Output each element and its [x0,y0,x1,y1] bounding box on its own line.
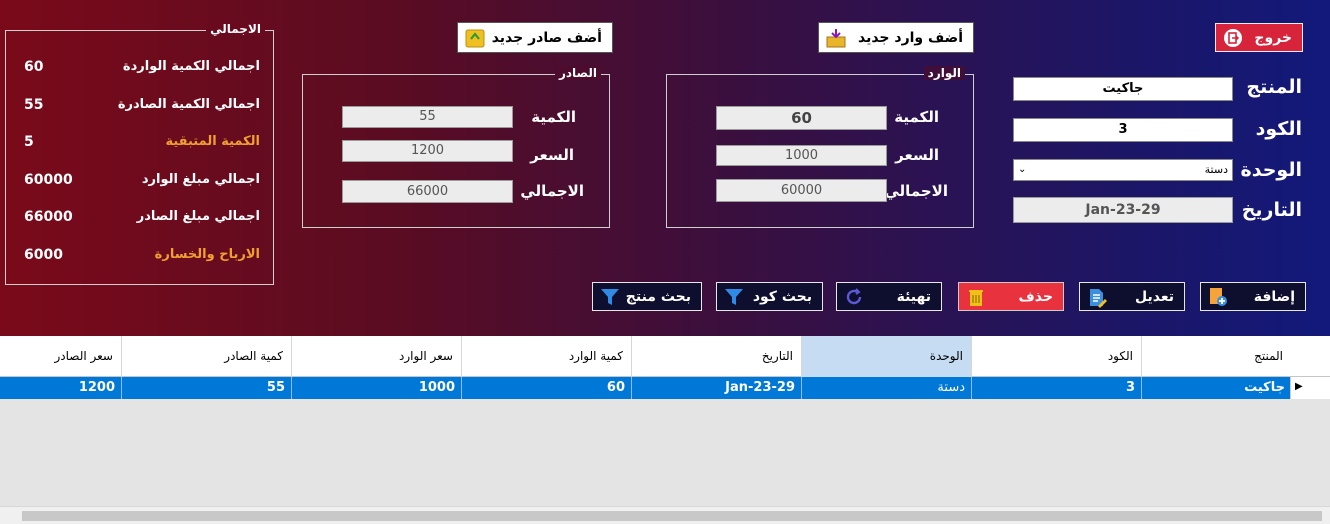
unit-select-value: دستة [1204,163,1228,176]
add-outgoing-label: أضف صادر جديد [491,29,602,46]
box-out-icon [464,27,486,49]
exit-button-label: خروج [1254,29,1292,46]
totals-legend: الاجمالي [206,22,265,36]
total-remaining-value: 5 [24,134,34,150]
total-in-amount-value: 60000 [24,172,73,188]
outgoing-price-label: السعر [530,146,574,164]
exit-icon [1222,27,1244,49]
total-profit-label: الارباح والخسارة [154,247,260,262]
scrollbar-thumb[interactable] [22,511,1322,521]
product-input[interactable]: جاكيت [1013,77,1233,101]
row-pointer-icon: ▶ [1295,381,1303,392]
column-header-in-price[interactable]: سعر الوارد [291,336,461,377]
outgoing-legend: الصادر [554,66,601,80]
table-row[interactable]: جاكيت 3 دستة Jan-23-29 60 1000 55 1200 [0,377,1330,399]
incoming-price-field: 1000 [716,145,887,166]
column-header-unit[interactable]: الوحدة [801,336,971,377]
reset-button-label: تهيئة [896,288,931,305]
code-label: الكود [1255,118,1302,140]
date-label: التاريخ [1241,199,1302,221]
total-row-out-qty: اجمالي الكمية الصادرة 55 [6,97,272,117]
add-outgoing-button[interactable]: أضف صادر جديد [457,22,613,53]
outgoing-price-field: 1200 [342,140,513,162]
unit-label: الوحدة [1240,159,1302,181]
total-out-amount-value: 66000 [24,209,73,225]
search-code-label: بحث كود [752,288,812,305]
cell-code[interactable]: 3 [971,377,1141,399]
code-input[interactable]: 3 [1013,118,1233,142]
total-row-out-amount: اجمالي مبلغ الصادر 66000 [6,209,272,229]
refresh-icon [843,286,865,308]
incoming-total-field: 60000 [716,179,887,202]
outgoing-total-field: 66000 [342,180,513,203]
total-profit-value: 6000 [24,247,63,263]
edit-button-label: تعديل [1135,288,1174,305]
outgoing-qty-field: 55 [342,106,513,128]
product-label: المنتج [1246,76,1302,98]
search-product-label: بحث منتج [625,288,691,305]
column-header-in-qty[interactable]: كمية الوارد [461,336,631,377]
add-button-label: إضافة [1253,288,1295,305]
total-in-amount-label: اجمالي مبلغ الوارد [141,172,260,187]
column-header-out-price[interactable]: سعر الصادر [0,336,121,377]
total-out-qty-label: اجمالي الكمية الصادرة [117,97,260,112]
incoming-total-label: الاجمالي [884,182,948,200]
cell-in-qty[interactable]: 60 [461,377,631,399]
cell-unit[interactable]: دستة [801,377,971,399]
data-grid[interactable]: المنتج الكود الوحدة التاريخ كمية الوارد … [0,336,1330,524]
box-icon [825,27,847,49]
total-remaining-label: الكمية المتبقية [165,134,260,149]
add-document-icon [1207,286,1229,308]
incoming-qty-field: 60 [716,106,887,130]
horizontal-scrollbar[interactable] [0,506,1330,524]
cell-in-price[interactable]: 1000 [291,377,461,399]
incoming-legend: الوارد [923,66,965,80]
total-out-amount-label: اجمالي مبلغ الصادر [136,209,260,224]
add-incoming-button[interactable]: أضف وارد جديد [818,22,974,53]
cell-out-qty[interactable]: 55 [121,377,291,399]
chevron-down-icon: ⌄ [1018,164,1027,175]
filter-icon [599,286,621,308]
unit-select[interactable]: ⌄ دستة [1013,159,1233,181]
total-row-in-amount: اجمالي مبلغ الوارد 60000 [6,172,272,192]
total-out-qty-value: 55 [24,97,44,113]
outgoing-qty-label: الكمية [531,108,576,126]
incoming-qty-label: الكمية [894,108,939,126]
exit-button[interactable]: خروج [1215,23,1303,52]
column-header-product[interactable]: المنتج [1141,336,1291,377]
delete-button[interactable]: حذف [958,282,1064,311]
row-header[interactable]: ▶ [1290,377,1330,399]
add-button[interactable]: إضافة [1200,282,1306,311]
total-in-qty-value: 60 [24,59,44,75]
column-header-out-qty[interactable]: كمية الصادر [121,336,291,377]
outgoing-total-label: الاجمالي [520,182,584,200]
total-row-in-qty: اجمالي الكمية الواردة 60 [6,59,272,79]
column-header-code[interactable]: الكود [971,336,1141,377]
filter-icon [723,286,745,308]
edit-button[interactable]: تعديل [1079,282,1185,311]
incoming-price-label: السعر [895,146,939,164]
cell-date[interactable]: Jan-23-29 [631,377,801,399]
delete-button-label: حذف [1018,288,1053,305]
cell-product[interactable]: جاكيت [1141,377,1291,399]
column-header-date[interactable]: التاريخ [631,336,801,377]
date-field: Jan-23-29 [1013,197,1233,223]
cell-out-price[interactable]: 1200 [0,377,121,399]
reset-button[interactable]: تهيئة [836,282,942,311]
add-incoming-label: أضف وارد جديد [857,29,963,46]
trash-icon [965,286,987,308]
search-product-button[interactable]: بحث منتج [592,282,702,311]
search-code-button[interactable]: بحث كود [716,282,823,311]
edit-icon [1086,286,1108,308]
total-in-qty-label: اجمالي الكمية الواردة [122,59,260,74]
grid-header: المنتج الكود الوحدة التاريخ كمية الوارد … [0,336,1330,377]
total-row-remaining: الكمية المتبقية 5 [6,134,272,154]
total-row-profit: الارباح والخسارة 6000 [6,247,272,267]
